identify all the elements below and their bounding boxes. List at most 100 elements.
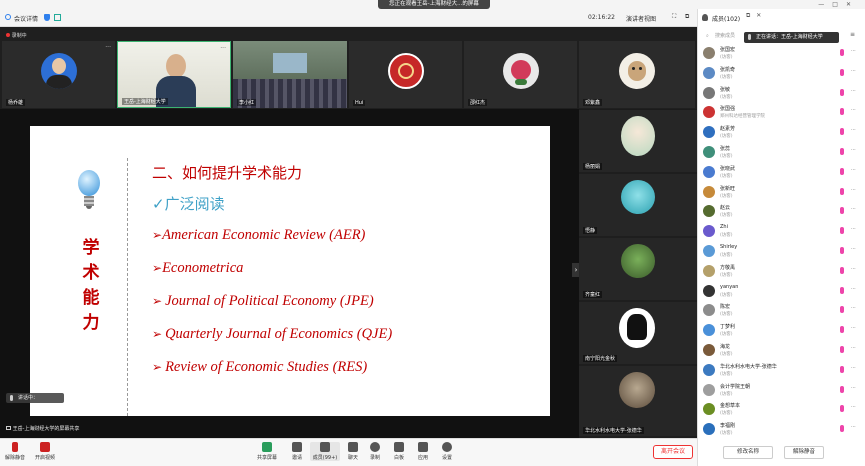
mic-muted-icon[interactable] [840,227,844,235]
member-row[interactable]: 李福刚 (访客) ⋯ [703,421,861,439]
member-row[interactable]: 张蕊 (访客) ⋯ [703,144,861,162]
mic-muted-icon[interactable] [840,266,844,274]
video-tile[interactable]: ··· 杨乔雄 [2,41,115,108]
mic-muted-icon[interactable] [840,88,844,96]
mic-muted-icon[interactable] [840,306,844,314]
more-icon[interactable]: ⋯ [851,305,856,311]
more-icon[interactable]: ⋯ [851,385,856,391]
mic-muted-icon[interactable] [840,207,844,215]
mic-muted-icon[interactable] [840,326,844,334]
mic-muted-icon[interactable] [840,385,844,393]
more-icon[interactable]: ⋯ [851,127,856,133]
menu-icon[interactable]: ≡ [850,31,855,38]
mic-muted-icon[interactable] [840,148,844,155]
mic-muted-icon[interactable] [840,346,844,353]
member-row[interactable]: yanyan (访客) ⋯ [703,283,861,301]
more-icon[interactable]: ⋯ [851,266,856,272]
member-row[interactable]: 会计学院王朝 (访客) ⋯ [703,382,861,400]
more-icon[interactable]: ⋯ [851,345,856,351]
more-icon[interactable]: ⋯ [851,206,856,212]
more-icon[interactable]: ⋯ [851,187,856,193]
mic-off-icon [12,442,18,452]
chat-label: 聊天 [347,455,358,461]
more-icon[interactable]: ⋯ [851,246,856,252]
mic-muted-icon[interactable] [840,365,844,373]
member-row[interactable]: 张新旺 (访客) ⋯ [703,184,861,202]
invite-button[interactable]: 邀请 [284,442,310,461]
member-row[interactable]: 华北水利水电大学-张德华 (访客) ⋯ [703,362,861,380]
rename-button[interactable]: 修改名称 [723,446,773,459]
apps-button[interactable]: 应用 [410,442,436,461]
video-tile[interactable]: 李小红 [233,41,347,108]
more-icon[interactable]: ⋯ [851,424,856,430]
members-button[interactable]: 成员(99+) [310,442,340,461]
whiteboard-button[interactable]: 白板 [386,442,412,461]
member-row[interactable]: 方敬禹 (访客) ⋯ [703,263,861,281]
settings-button[interactable]: 设置 [434,442,460,461]
mic-muted-icon[interactable] [840,187,844,195]
video-tile[interactable]: 邓紫鑫 [579,41,695,108]
meeting-details-link[interactable]: 会议详情 [14,14,38,23]
member-row[interactable]: 海龙 (访客) ⋯ [703,342,861,360]
view-mode-button[interactable]: 演讲者视图 [626,14,656,23]
member-row[interactable]: 张国宏 (访客) ⋯ [703,45,861,63]
video-tile[interactable]: 邵红杰 [464,41,577,108]
video-tile[interactable]: 华北水利水电大学-张德华 [579,366,697,436]
member-row[interactable]: 张国强 郑州科达经营管理学院 ⋯ [703,104,861,122]
video-button[interactable]: 开启视频 [32,442,58,461]
member-row[interactable]: 金想草本 (访客) ⋯ [703,401,861,419]
more-icon[interactable]: ⋯ [851,147,856,153]
mic-muted-icon[interactable] [840,128,844,136]
video-tile[interactable]: 杨丽娟 [579,110,697,172]
more-icon[interactable]: ⋯ [851,48,856,54]
mic-muted-icon[interactable] [840,405,844,413]
more-icon[interactable]: ⋯ [851,365,856,371]
member-row[interactable]: 张敏 (访客) ⋯ [703,85,861,103]
more-icon[interactable]: ⋯ [851,226,856,232]
more-icon[interactable]: ⋯ [851,68,856,74]
mic-muted-icon[interactable] [840,425,844,433]
video-tile[interactable]: 齐童红 [579,238,697,300]
mic-muted-icon[interactable] [840,68,844,76]
timer: 02:16:22 [588,14,615,21]
mic-muted-icon[interactable] [840,286,844,294]
more-icon[interactable]: ⋯ [851,286,856,292]
member-row[interactable]: 陈宏 (访客) ⋯ [703,302,861,320]
shield-icon[interactable] [44,14,50,21]
more-icon[interactable]: ⋯ [851,88,856,94]
member-row[interactable]: 赵素芳 (访客) ⋯ [703,124,861,142]
member-row[interactable]: 丁梦利 (访客) ⋯ [703,322,861,340]
more-icon[interactable]: ⋯ [851,107,856,113]
more-icon[interactable]: ··· [105,44,111,51]
window-controls[interactable]: —□✕ [818,1,859,8]
more-icon[interactable]: ··· [220,45,226,52]
panel-controls[interactable]: ⧉✕ [746,12,767,20]
video-tile[interactable]: 悟静 [579,174,697,236]
member-row[interactable]: 张凯奇 (访客) ⋯ [703,65,861,83]
record-button[interactable]: 录制 [362,442,388,461]
mic-muted-icon[interactable] [840,167,844,175]
video-tile[interactable]: 南宁阳光金秋 [579,302,697,364]
video-tile-active-speaker[interactable]: ··· 王岳-上海财经大学 [117,41,231,108]
mic-muted-icon[interactable] [840,108,844,116]
share-screen-button[interactable]: 共享屏幕 [254,442,280,461]
unmute-all-button[interactable]: 解除静音 [784,446,824,459]
member-row[interactable]: Shirley (访客) ⋯ [703,243,861,261]
member-row[interactable]: 赵云 (访客) ⋯ [703,203,861,221]
video-tile[interactable]: Hui [349,41,462,108]
fullscreen-icon[interactable]: ⛶ [672,13,676,21]
more-icon[interactable]: ⋯ [851,404,856,410]
avatar [703,205,715,218]
mic-muted-icon[interactable] [840,247,844,254]
mute-button[interactable]: 解除静音 [2,442,28,461]
member-row[interactable]: 张晓武 (访客) ⋯ [703,164,861,182]
more-icon[interactable]: ⋯ [851,325,856,331]
more-icon[interactable]: ⋯ [851,167,856,173]
member-row[interactable]: Zhi (访客) ⋯ [703,223,861,241]
popout-icon[interactable]: ⧉ [685,13,689,21]
info-icon[interactable] [5,14,11,20]
leave-meeting-button[interactable]: 离开会议 [653,445,693,459]
mic-muted-icon[interactable] [840,49,844,56]
chat-icon [348,442,358,452]
avatar [703,344,715,356]
